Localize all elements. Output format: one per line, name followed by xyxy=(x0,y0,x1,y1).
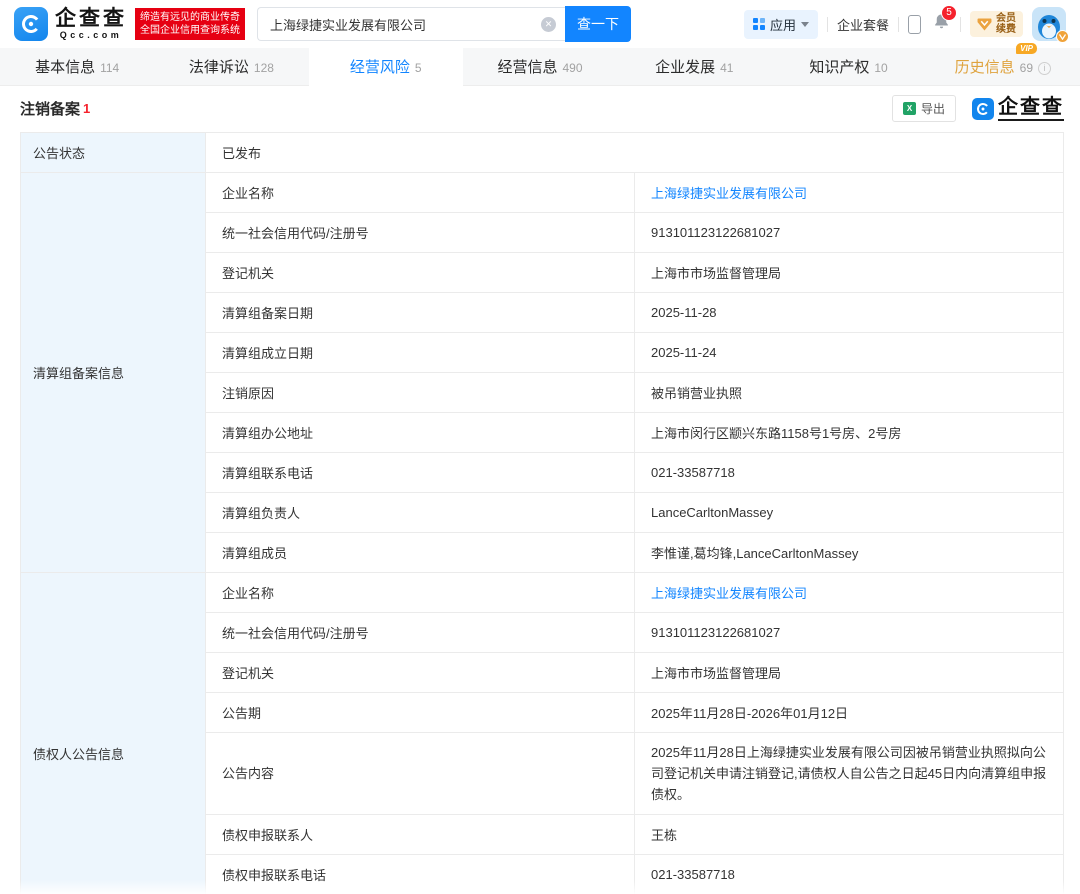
vip-crown-icon xyxy=(977,18,992,31)
vip-renew-label: 会员 续费 xyxy=(996,13,1016,35)
row-key: 清算组成立日期 xyxy=(206,333,635,373)
row-value: 2025年11月28日上海绿捷实业发展有限公司因被吊销营业执照拟向公司登记机关申… xyxy=(635,733,1064,815)
tab-history-info[interactable]: VIP 历史信息 69 xyxy=(926,48,1080,85)
row-value: 上海绿捷实业发展有限公司 xyxy=(635,173,1064,213)
row-key: 企业名称 xyxy=(206,573,635,613)
row-value: 上海市市场监督管理局 xyxy=(635,253,1064,293)
user-avatar[interactable] xyxy=(1032,7,1066,41)
page-title: 注销备案 xyxy=(20,98,80,119)
deregistration-record-table: 公告状态 已发布 清算组备案信息 企业名称 上海绿捷实业发展有限公司 统一社会信… xyxy=(20,132,1064,894)
row-key: 企业名称 xyxy=(206,173,635,213)
qcc-logo-icon[interactable] xyxy=(14,7,48,41)
brand-text[interactable]: 企查查 Qcc.com xyxy=(55,8,127,40)
clear-icon[interactable] xyxy=(541,17,556,32)
brand-name: 企查查 xyxy=(55,8,127,30)
row-key: 清算组办公地址 xyxy=(206,413,635,453)
row-value: 913101123122681027 xyxy=(635,613,1064,653)
divider xyxy=(898,17,899,32)
tab-operating-info[interactable]: 经营信息 490 xyxy=(463,48,617,85)
search-bar: 查一下 xyxy=(257,6,631,42)
tab-count: 128 xyxy=(254,58,274,75)
tab-legal-litigation[interactable]: 法律诉讼 128 xyxy=(154,48,308,85)
qcc-watermark-text: 企查查 xyxy=(998,96,1064,121)
group-label-creditor-announcement: 债权人公告信息 xyxy=(21,573,206,894)
row-key: 登记机关 xyxy=(206,253,635,293)
row-value: 王栋 xyxy=(635,815,1064,855)
tab-count: 69 xyxy=(1020,58,1033,75)
tab-enterprise-development[interactable]: 企业发展 41 xyxy=(617,48,771,85)
chevron-down-icon xyxy=(801,22,809,27)
top-header: 企查查 Qcc.com 缔造有远见的商业传奇 全国企业信用查询系统 查一下 应用… xyxy=(0,0,1080,48)
enterprise-package-link[interactable]: 企业套餐 xyxy=(837,15,889,34)
apps-grid-icon xyxy=(753,18,765,30)
row-key: 债权申报联系电话 xyxy=(206,855,635,894)
vip-badge: VIP xyxy=(1016,43,1037,54)
row-key: 登记机关 xyxy=(206,653,635,693)
company-link[interactable]: 上海绿捷实业发展有限公司 xyxy=(651,186,807,201)
row-value: 913101123122681027 xyxy=(635,213,1064,253)
table-row: 债权人公告信息 企业名称 上海绿捷实业发展有限公司 xyxy=(21,573,1064,613)
table-row: 公告状态 已发布 xyxy=(21,133,1064,173)
row-value: 021-33587718 xyxy=(635,453,1064,493)
row-key: 注销原因 xyxy=(206,373,635,413)
row-key: 债权申报联系人 xyxy=(206,815,635,855)
row-value: 李惟谨,葛均锋,LanceCarltonMassey xyxy=(635,533,1064,573)
mobile-app-icon[interactable] xyxy=(908,15,921,34)
excel-icon xyxy=(903,102,916,115)
group-label-liquidation-filing: 清算组备案信息 xyxy=(21,173,206,573)
tab-count: 5 xyxy=(415,58,422,75)
row-key: 公告内容 xyxy=(206,733,635,815)
notification-badge: 5 xyxy=(941,5,957,21)
apps-button-label: 应用 xyxy=(770,15,796,34)
slogan-line1: 缔造有远见的商业传奇 xyxy=(140,11,240,24)
avatar-vip-badge xyxy=(1056,30,1069,43)
tab-count: 114 xyxy=(100,58,119,75)
divider xyxy=(827,17,828,32)
info-icon[interactable] xyxy=(1038,62,1051,75)
export-button[interactable]: 导出 xyxy=(892,95,956,122)
row-value: LanceCarltonMassey xyxy=(635,493,1064,533)
brand-slogan: 缔造有远见的商业传奇 全国企业信用查询系统 xyxy=(135,8,245,40)
row-key: 清算组联系电话 xyxy=(206,453,635,493)
row-key: 清算组负责人 xyxy=(206,493,635,533)
divider xyxy=(960,17,961,32)
section-count: 1 xyxy=(83,101,90,116)
group-label-announcement-status: 公告状态 xyxy=(21,133,206,173)
tab-count: 490 xyxy=(562,58,582,75)
row-value: 2025-11-28 xyxy=(635,293,1064,333)
search-input[interactable] xyxy=(257,7,565,41)
row-value: 021-33587718 xyxy=(635,855,1064,894)
row-value: 上海市市场监督管理局 xyxy=(635,653,1064,693)
row-value: 2025年11月28日-2026年01月12日 xyxy=(635,693,1064,733)
section-toolbar: 注销备案 1 导出 企查查 xyxy=(0,86,1080,130)
row-value: 2025-11-24 xyxy=(635,333,1064,373)
row-value: 上海市闵行区颛兴东路1158号1号房、2号房 xyxy=(635,413,1064,453)
qcc-watermark-icon xyxy=(972,98,994,120)
row-value: 被吊销营业执照 xyxy=(635,373,1064,413)
tab-basic-info[interactable]: 基本信息 114 xyxy=(0,48,154,85)
tab-operating-risk[interactable]: 经营风险 5 xyxy=(309,48,463,86)
tab-count: 41 xyxy=(720,58,733,75)
row-key: 统一社会信用代码/注册号 xyxy=(206,213,635,253)
row-key: 清算组成员 xyxy=(206,533,635,573)
header-actions: 应用 企业套餐 5 会员 续费 xyxy=(744,7,1066,41)
table-row: 清算组备案信息 企业名称 上海绿捷实业发展有限公司 xyxy=(21,173,1064,213)
row-key: 公告期 xyxy=(206,693,635,733)
search-button[interactable]: 查一下 xyxy=(565,6,631,42)
row-key: 统一社会信用代码/注册号 xyxy=(206,613,635,653)
row-value: 上海绿捷实业发展有限公司 xyxy=(635,573,1064,613)
notifications-bell[interactable]: 5 xyxy=(932,12,951,36)
company-link[interactable]: 上海绿捷实业发展有限公司 xyxy=(651,586,807,601)
row-key: 清算组备案日期 xyxy=(206,293,635,333)
row-value: 已发布 xyxy=(206,133,1064,173)
apps-button[interactable]: 应用 xyxy=(744,10,818,39)
export-label: 导出 xyxy=(921,100,945,117)
tab-count: 10 xyxy=(874,58,887,75)
brand-domain: Qcc.com xyxy=(60,30,123,40)
vip-renew-button[interactable]: 会员 续费 xyxy=(970,11,1023,37)
tab-intellectual-property[interactable]: 知识产权 10 xyxy=(771,48,925,85)
qcc-watermark-logo: 企查查 xyxy=(972,96,1064,121)
slogan-line2: 全国企业信用查询系统 xyxy=(140,24,240,37)
company-tabs: 基本信息 114 法律诉讼 128 经营风险 5 经营信息 490 企业发展 4… xyxy=(0,48,1080,86)
